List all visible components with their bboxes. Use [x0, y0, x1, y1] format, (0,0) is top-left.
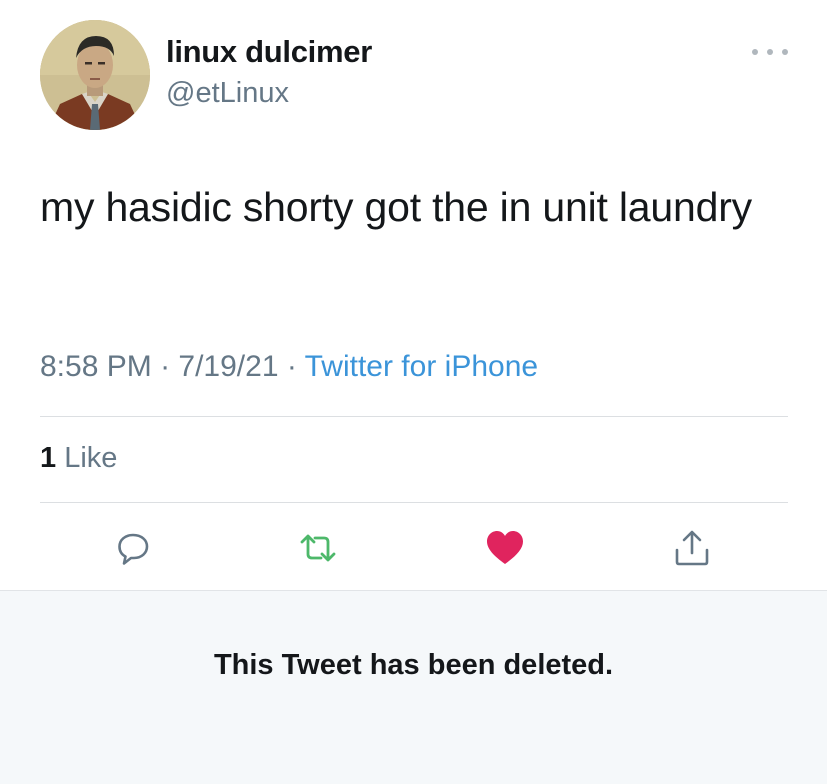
more-options-icon[interactable]	[752, 40, 788, 64]
tweet-date[interactable]: 7/19/21	[178, 350, 278, 383]
like-heart-icon[interactable]	[485, 528, 525, 568]
likes-count[interactable]: 1 Like	[40, 442, 117, 475]
deleted-notice: This Tweet has been deleted.	[0, 590, 827, 784]
reply-icon[interactable]	[114, 528, 154, 568]
deleted-notice-text: This Tweet has been deleted.	[213, 649, 614, 681]
author-handle[interactable]: @etLinux	[166, 77, 289, 110]
author-avatar[interactable]	[40, 20, 150, 130]
likes-number: 1	[40, 442, 57, 474]
tweet-source-link[interactable]: Twitter for iPhone	[305, 350, 538, 383]
author-display-name[interactable]: linux dulcimer	[166, 34, 372, 70]
more-dot	[767, 49, 773, 55]
tweet-time[interactable]: 8:58 PM	[40, 350, 152, 383]
portrait-avatar-icon	[40, 20, 150, 130]
divider	[40, 502, 788, 503]
divider	[40, 416, 788, 417]
meta-separator: ·	[151, 350, 179, 383]
more-dot	[752, 49, 758, 55]
tweet-meta: 8:58 PM · 7/19/21 · Twitter for iPhone	[40, 350, 538, 384]
likes-label: Like	[64, 442, 118, 474]
tweet-card: linux dulcimer @etLinux my hasidic short…	[0, 0, 827, 590]
retweet-icon[interactable]	[298, 528, 338, 568]
share-icon[interactable]	[672, 528, 712, 568]
meta-separator: ·	[278, 350, 305, 383]
more-dot	[782, 49, 788, 55]
tweet-text: my hasidic shorty got the in unit laundr…	[40, 184, 752, 230]
